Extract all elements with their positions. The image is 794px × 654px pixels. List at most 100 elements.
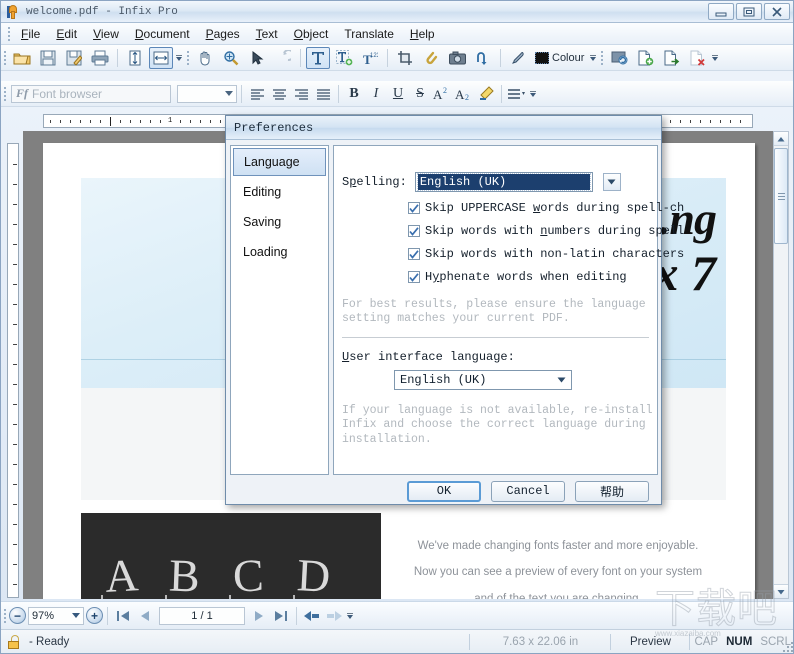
- zoom-out-icon[interactable]: −: [9, 607, 26, 624]
- camera-icon[interactable]: [445, 47, 469, 69]
- toolbar-gripper-3[interactable]: [598, 50, 606, 66]
- vertical-scrollbar[interactable]: [773, 131, 789, 599]
- scroll-up-arrow[interactable]: [774, 132, 788, 146]
- prev-page-icon[interactable]: [134, 606, 156, 626]
- nav-item-saving[interactable]: Saving: [233, 208, 326, 236]
- print-icon[interactable]: [88, 47, 112, 69]
- checkbox-row-numbers[interactable]: Skip words with numbers during spell: [408, 224, 684, 238]
- help-button[interactable]: 帮助: [575, 480, 649, 502]
- menu-item-file[interactable]: File: [13, 25, 48, 43]
- maximize-button[interactable]: [736, 3, 762, 20]
- menu-item-object[interactable]: Object: [286, 25, 337, 43]
- add-page-icon[interactable]: [633, 47, 657, 69]
- nav-forward-icon[interactable]: [323, 606, 345, 626]
- align-justify-icon[interactable]: [312, 84, 334, 104]
- last-page-icon[interactable]: [270, 606, 292, 626]
- add-text-box-icon[interactable]: [332, 47, 356, 69]
- spelling-combo-arrow[interactable]: [602, 173, 621, 191]
- menu-item-view[interactable]: View: [85, 25, 127, 43]
- navbar-gripper[interactable]: [1, 608, 9, 624]
- menu-item-help[interactable]: Help: [402, 25, 443, 43]
- menubar-gripper[interactable]: [5, 26, 13, 42]
- underline-icon[interactable]: U: [387, 84, 409, 104]
- next-page-icon[interactable]: [248, 606, 270, 626]
- colour-swatch[interactable]: [535, 51, 549, 64]
- dialog-nav-list[interactable]: Language Editing Saving Loading: [230, 145, 329, 475]
- page-indicator[interactable]: 1 / 1: [159, 606, 245, 625]
- eyedropper-icon[interactable]: [506, 47, 530, 69]
- text-style-icon[interactable]: T123: [358, 47, 382, 69]
- highlight-icon[interactable]: [475, 84, 497, 104]
- nav-item-language[interactable]: Language: [233, 148, 326, 176]
- hand-pan-icon[interactable]: [193, 47, 217, 69]
- scrollbar-thumb[interactable]: [774, 148, 788, 244]
- crop-icon[interactable]: [393, 47, 417, 69]
- checkbox-skip-uppercase[interactable]: [408, 202, 420, 214]
- toolbar-overflow-2[interactable]: [588, 47, 598, 69]
- strikethrough-icon[interactable]: S: [409, 84, 431, 104]
- checkbox-row-uppercase[interactable]: Skip UPPERCASE words during spell-ch: [408, 201, 684, 215]
- align-left-icon[interactable]: [246, 84, 268, 104]
- zoom-in-icon[interactable]: +: [86, 607, 103, 624]
- ok-button[interactable]: OK: [407, 480, 481, 502]
- zoom-combo[interactable]: 97%: [28, 606, 84, 625]
- text-tool-icon[interactable]: [306, 46, 330, 69]
- subscript-icon[interactable]: A2: [453, 84, 475, 104]
- italic-icon[interactable]: I: [365, 84, 387, 104]
- select-arrow-icon[interactable]: [245, 47, 269, 69]
- checkbox-row-nonlatin[interactable]: Skip words with non-latin characters: [408, 247, 684, 261]
- font-browser-input[interactable]: Ff Font browser: [11, 84, 171, 103]
- checkbox-skip-nonlatin[interactable]: [408, 248, 420, 260]
- toolbar-overflow-4[interactable]: [528, 83, 538, 105]
- bold-icon[interactable]: B: [343, 84, 365, 104]
- chalkboard-image[interactable]: A B C D: [81, 513, 381, 599]
- minimize-button[interactable]: [708, 3, 734, 20]
- menu-item-edit[interactable]: Edit: [48, 25, 85, 43]
- fit-page-width-icon[interactable]: [149, 46, 173, 69]
- close-button[interactable]: [764, 3, 790, 20]
- preview-mode-indicator[interactable]: Preview: [611, 630, 689, 653]
- window-resize-grip[interactable]: [781, 640, 793, 652]
- toolbar-gripper-4[interactable]: [1, 86, 9, 102]
- colour-button[interactable]: Colour: [531, 48, 588, 68]
- align-center-icon[interactable]: [268, 84, 290, 104]
- spelling-combo[interactable]: English (UK): [414, 172, 593, 192]
- menu-item-document[interactable]: Document: [127, 25, 198, 43]
- navbar-overflow[interactable]: [345, 605, 355, 627]
- align-right-icon[interactable]: [290, 84, 312, 104]
- checkbox-row-hyphenate[interactable]: Hyphenate words when editing: [408, 270, 657, 284]
- toolbar-gripper-2[interactable]: [184, 50, 192, 66]
- vertical-ruler[interactable]: [7, 143, 19, 598]
- zoom-magnifier-icon[interactable]: [219, 47, 243, 69]
- toolbar-overflow-1[interactable]: [174, 47, 184, 69]
- ui-language-combo-arrow[interactable]: [553, 377, 569, 383]
- undo-icon[interactable]: [271, 47, 295, 69]
- chevron-down-icon[interactable]: [72, 613, 80, 618]
- preferences-dialog[interactable]: Preferences Language Editing Saving Load…: [225, 115, 684, 505]
- export-page-icon[interactable]: [659, 47, 683, 69]
- cancel-button[interactable]: Cancel: [491, 480, 565, 502]
- scroll-down-arrow[interactable]: [774, 584, 788, 598]
- save-icon[interactable]: [36, 47, 60, 69]
- font-size-combo[interactable]: [177, 84, 237, 103]
- checkbox-hyphenate[interactable]: [408, 271, 420, 283]
- delete-page-icon[interactable]: [685, 47, 709, 69]
- menu-item-pages[interactable]: Pages: [198, 25, 248, 43]
- toolbar-gripper-1[interactable]: [1, 50, 9, 66]
- superscript-icon[interactable]: A2: [431, 84, 453, 104]
- ui-language-combo[interactable]: English (UK): [394, 369, 572, 390]
- menu-item-translate[interactable]: Translate: [336, 25, 402, 43]
- save-as-icon[interactable]: [62, 47, 86, 69]
- attach-icon[interactable]: [419, 47, 443, 69]
- reflow-icon[interactable]: [471, 47, 495, 69]
- refresh-page-icon[interactable]: [607, 47, 631, 69]
- open-folder-icon[interactable]: [10, 47, 34, 69]
- nav-back-icon[interactable]: [301, 606, 323, 626]
- first-page-icon[interactable]: [112, 606, 134, 626]
- nav-item-editing[interactable]: Editing: [233, 178, 326, 206]
- checkbox-skip-numbers[interactable]: [408, 225, 420, 237]
- nav-item-loading[interactable]: Loading: [233, 238, 326, 266]
- line-spacing-icon[interactable]: [506, 84, 528, 104]
- toolbar-overflow-3[interactable]: [710, 47, 720, 69]
- menu-item-text[interactable]: Text: [248, 25, 286, 43]
